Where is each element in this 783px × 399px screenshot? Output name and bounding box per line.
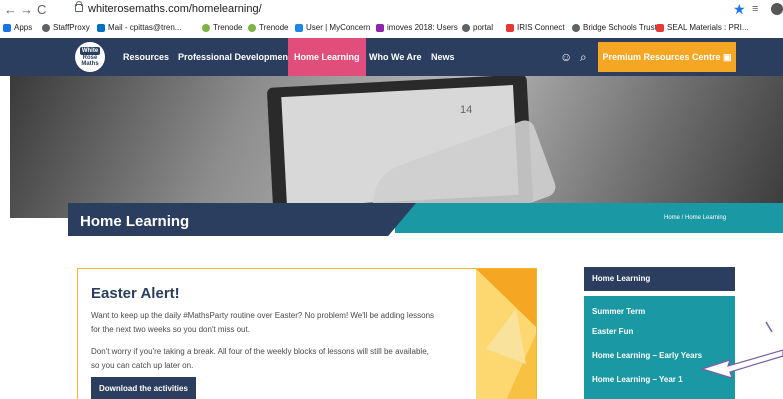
trenode-icon xyxy=(248,23,256,32)
sidebar-item-early-years[interactable]: Home Learning – Early Years xyxy=(592,351,702,360)
bookmark-seal[interactable]: SEAL Materials : PRI... xyxy=(656,23,749,32)
bookmark-star-icon[interactable]: ★ xyxy=(733,1,746,18)
page-title: Home Learning xyxy=(80,213,190,230)
annotation-arrow-icon xyxy=(699,321,783,379)
bookmark-myconcern[interactable]: User | MyConcern xyxy=(295,23,370,32)
globe-icon xyxy=(462,23,470,32)
lock-icon xyxy=(75,1,83,12)
alert-paragraph-1: Want to keep up the daily #MathsParty ro… xyxy=(91,311,435,334)
back-icon[interactable]: ← xyxy=(4,2,17,18)
extension-icon[interactable]: ≡ xyxy=(752,3,758,15)
sidebar-item-easter-fun[interactable]: Easter Fun xyxy=(592,327,633,336)
bookmark-imoves[interactable]: imoves 2018: Users xyxy=(376,23,458,32)
sidebar-heading[interactable]: Home Learning xyxy=(584,267,735,291)
trenode-icon xyxy=(202,23,210,32)
nav-news[interactable]: News xyxy=(431,38,455,76)
sidebar-item-summer-term[interactable]: Summer Term xyxy=(592,307,645,316)
bookmark-mail[interactable]: Mail - cpittas@tren... xyxy=(97,23,181,32)
tablet-screen-number: 14 xyxy=(460,104,473,116)
hero-image: 14 xyxy=(10,76,783,218)
nav-who-we-are[interactable]: Who We Are xyxy=(369,38,422,76)
alert-paragraph-2: Don't worry if you're taking a break. Al… xyxy=(91,347,429,370)
nav-resources[interactable]: Resources xyxy=(123,38,169,76)
globe-icon xyxy=(572,23,580,32)
bookmark-portal[interactable]: portal xyxy=(462,23,493,32)
easter-alert-card: Easter Alert! Want to keep up the daily … xyxy=(77,268,537,399)
bookmarks-bar: Apps StaffProxy Mail - cpittas@tren... T… xyxy=(0,20,783,39)
bookmark-apps[interactable]: Apps xyxy=(3,23,32,32)
bookmark-bridge-schools[interactable]: Bridge Schools Trust xyxy=(572,23,657,32)
browser-address-row: ← → C whiterosemaths.com/homelearning/ ★… xyxy=(0,0,783,20)
alert-heading: Easter Alert! xyxy=(91,285,180,302)
profile-avatar[interactable] xyxy=(771,3,783,15)
nav-home-learning[interactable]: Home Learning xyxy=(288,38,366,76)
seal-icon xyxy=(656,23,664,32)
iris-icon xyxy=(506,23,514,32)
forward-icon[interactable]: → xyxy=(20,2,33,18)
breadcrumb[interactable]: Home / Home Learning xyxy=(664,215,726,221)
download-activities-button[interactable]: Download the activities xyxy=(91,377,196,399)
decorative-geometry xyxy=(476,269,536,399)
bookmark-staffproxy[interactable]: StaffProxy xyxy=(42,23,90,32)
bookmark-iris-connect[interactable]: IRIS Connect xyxy=(506,23,565,32)
myconcern-icon xyxy=(295,23,303,32)
bookmark-trenode-1[interactable]: Trenode xyxy=(202,23,243,32)
white-rose-maths-logo[interactable]: White Rose Maths xyxy=(75,42,105,72)
outlook-icon xyxy=(97,23,105,32)
reload-icon[interactable]: C xyxy=(37,2,46,18)
nav-professional-development[interactable]: Professional Development xyxy=(178,38,291,76)
account-icon[interactable]: ☺ xyxy=(560,50,572,64)
search-icon[interactable]: ⌕ xyxy=(580,50,587,65)
globe-icon xyxy=(42,23,50,32)
site-navbar: White Rose Maths Resources Professional … xyxy=(0,38,783,76)
imoves-icon xyxy=(376,23,384,32)
apps-grid-icon xyxy=(3,23,11,32)
address-bar[interactable]: whiterosemaths.com/homelearning/ xyxy=(88,3,262,15)
premium-resources-button[interactable]: Premium Resources Centre ▣ xyxy=(598,42,736,72)
bookmark-trenode-2[interactable]: Trenode xyxy=(248,23,289,32)
sidebar-item-year-1[interactable]: Home Learning – Year 1 xyxy=(592,375,683,384)
